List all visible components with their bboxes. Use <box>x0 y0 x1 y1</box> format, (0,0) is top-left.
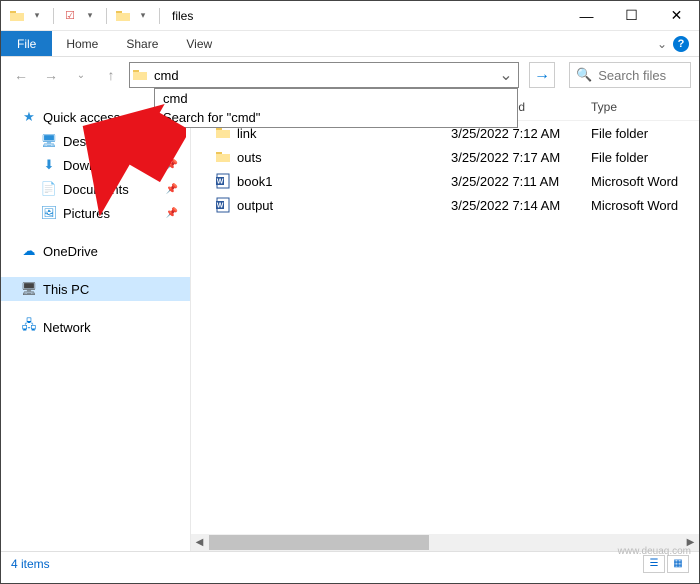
sidebar-label: OneDrive <box>43 244 98 259</box>
file-date: 3/25/2022 7:17 AM <box>451 150 591 165</box>
scroll-left-icon[interactable]: ◀ <box>191 534 208 551</box>
go-button[interactable]: → <box>529 62 555 88</box>
address-dropdown-icon[interactable]: ⌄ <box>494 65 518 85</box>
svg-text:W: W <box>217 179 224 186</box>
pin-icon: 📌 <box>166 136 178 147</box>
suggestion-search[interactable]: Search for "cmd" <box>155 108 517 127</box>
suggestion-cmd[interactable]: cmd <box>155 89 517 108</box>
window-title: files <box>164 9 193 23</box>
downloads-icon: ⬇ <box>41 157 57 173</box>
pin-icon: 📌 <box>166 208 178 219</box>
view-details-icon[interactable]: ☰ <box>643 555 665 573</box>
pin-icon: 📌 <box>166 184 178 195</box>
back-button[interactable]: ← <box>9 63 33 87</box>
col-type[interactable]: Type <box>591 100 699 114</box>
svg-text:W: W <box>217 203 224 210</box>
qat-chevron2-icon[interactable]: ▾ <box>82 8 98 24</box>
sidebar-label: Desktop <box>63 134 111 149</box>
address-input[interactable] <box>150 68 494 83</box>
sidebar-label: Quick access <box>43 110 120 125</box>
network-icon: 🖧 <box>21 319 37 335</box>
file-type: Microsoft Word <box>591 174 699 189</box>
sidebar-onedrive[interactable]: ☁ OneDrive <box>1 239 190 263</box>
folder-icon-2 <box>115 8 131 24</box>
watermark: www.deuaq.com <box>618 546 691 557</box>
minimize-button[interactable]: — <box>564 1 609 31</box>
pc-icon: 🖥 <box>21 281 37 297</box>
sidebar-label: Downloads <box>63 158 127 173</box>
file-row[interactable]: Woutput 3/25/2022 7:14 AM Microsoft Word <box>191 193 699 217</box>
cloud-icon: ☁ <box>21 243 37 259</box>
address-bar[interactable]: ⌄ cmd Search for "cmd" <box>129 62 519 88</box>
desktop-icon: 🖥 <box>41 133 57 149</box>
file-name: output <box>237 198 273 213</box>
tab-file[interactable]: File <box>1 31 52 56</box>
sidebar-this-pc[interactable]: 🖥 This PC <box>1 277 190 301</box>
sidebar-desktop[interactable]: 🖥 Desktop 📌 <box>1 129 190 153</box>
titlebar: ▾ ☑ ▾ ▾ files — ☐ ✕ <box>1 1 699 31</box>
file-type: Microsoft Word <box>591 198 699 213</box>
file-type: File folder <box>591 150 699 165</box>
sidebar-label: This PC <box>43 282 89 297</box>
sidebar-pictures[interactable]: 🖼 Pictures 📌 <box>1 201 190 225</box>
search-icon: 🔍 <box>576 67 592 83</box>
navbar: ← → ⌄ ↑ ⌄ cmd Search for "cmd" → 🔍 Searc… <box>1 57 699 93</box>
documents-icon: 📄 <box>41 181 57 197</box>
file-type: File folder <box>591 126 699 141</box>
word-icon: W <box>215 173 231 189</box>
tab-view[interactable]: View <box>172 31 226 56</box>
tab-share[interactable]: Share <box>112 31 172 56</box>
help-icon[interactable]: ? <box>673 36 689 52</box>
pin-icon: 📌 <box>166 160 178 171</box>
sidebar-label: Pictures <box>63 206 110 221</box>
up-button[interactable]: ↑ <box>99 63 123 87</box>
file-name: book1 <box>237 174 272 189</box>
search-box[interactable]: 🔍 Search files <box>569 62 691 88</box>
recent-chevron-icon[interactable]: ⌄ <box>69 63 93 87</box>
sidebar: ★ Quick access 🖥 Desktop 📌 ⬇ Downloads 📌… <box>1 93 191 551</box>
sidebar-label: Documents <box>63 182 129 197</box>
folder-icon <box>215 149 231 165</box>
ribbon-expand-icon[interactable]: ⌄ <box>657 37 667 51</box>
ribbon-tabs: File Home Share View ⌄ ? <box>1 31 699 57</box>
address-suggestions: cmd Search for "cmd" <box>154 88 518 128</box>
maximize-button[interactable]: ☐ <box>609 1 654 31</box>
sidebar-network[interactable]: 🖧 Network <box>1 315 190 339</box>
close-button[interactable]: ✕ <box>654 1 699 31</box>
status-count: 4 items <box>11 557 50 571</box>
file-row[interactable]: outs 3/25/2022 7:17 AM File folder <box>191 145 699 169</box>
file-list: Name Date modified Type link 3/25/2022 7… <box>191 93 699 551</box>
scroll-thumb[interactable] <box>209 535 429 550</box>
search-placeholder: Search files <box>598 68 666 83</box>
sidebar-documents[interactable]: 📄 Documents 📌 <box>1 177 190 201</box>
tab-home[interactable]: Home <box>52 31 112 56</box>
file-name: outs <box>237 150 262 165</box>
forward-button[interactable]: → <box>39 63 63 87</box>
qat-check-icon[interactable]: ☑ <box>62 8 78 24</box>
statusbar: 4 items ☰ ▦ <box>1 551 699 575</box>
word-icon: W <box>215 197 231 213</box>
file-date: 3/25/2022 7:14 AM <box>451 198 591 213</box>
view-thumbnails-icon[interactable]: ▦ <box>667 555 689 573</box>
pictures-icon: 🖼 <box>41 205 57 221</box>
sidebar-downloads[interactable]: ⬇ Downloads 📌 <box>1 153 190 177</box>
qat-chevron3-icon[interactable]: ▾ <box>135 8 151 24</box>
star-icon: ★ <box>21 109 37 125</box>
address-folder-icon <box>130 67 150 83</box>
file-row[interactable]: Wbook1 3/25/2022 7:11 AM Microsoft Word <box>191 169 699 193</box>
sidebar-label: Network <box>43 320 91 335</box>
file-date: 3/25/2022 7:11 AM <box>451 174 591 189</box>
qat-chevron-icon[interactable]: ▾ <box>29 8 45 24</box>
folder-icon <box>9 8 25 24</box>
